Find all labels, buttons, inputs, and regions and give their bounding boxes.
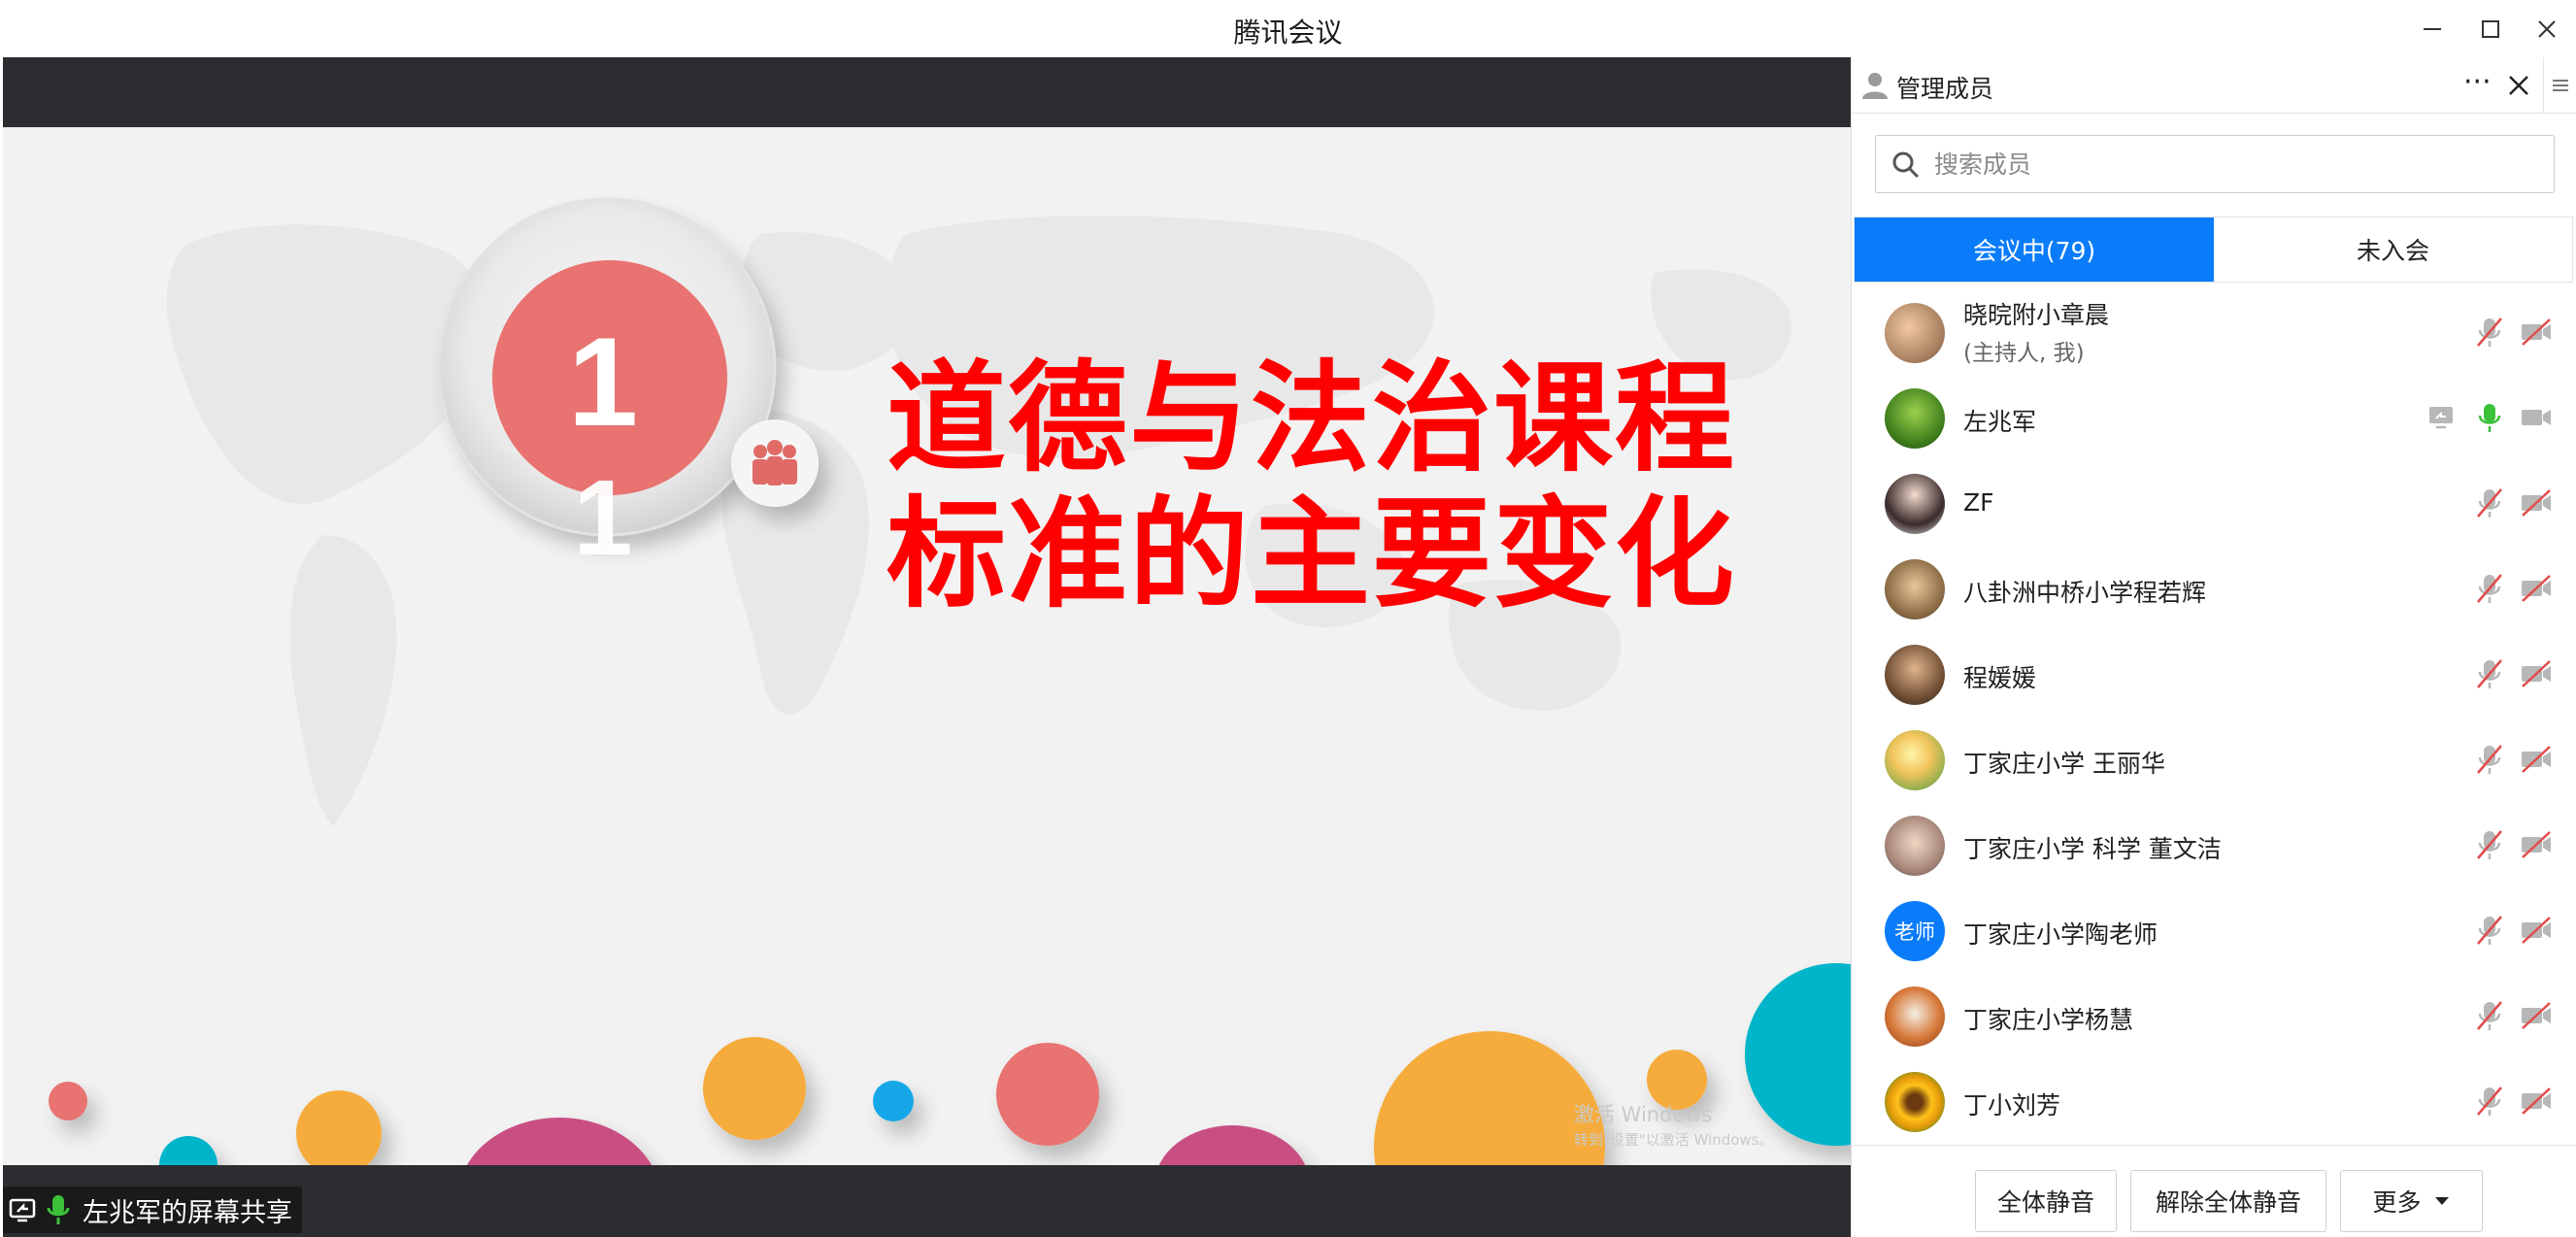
tencent-meeting-window: 腾讯会议 1 1 道德与法治课程 标准的主要变化 激活 Windows 转到"设… — [0, 0, 2576, 1237]
member-role: (主持人, 我) — [1963, 341, 2085, 366]
share-top-band — [3, 57, 1851, 127]
unmute-all-button[interactable]: 解除全体静音 — [2130, 1170, 2326, 1232]
close-icon[interactable] — [2523, 10, 2571, 49]
screen-share-icon — [2426, 401, 2459, 434]
mic-muted-icon[interactable] — [2473, 486, 2506, 519]
watermark-line1: 激活 Windows — [1574, 1103, 1713, 1126]
member-name: 丁家庄小学陶老师 — [1963, 920, 2158, 949]
screen-share-label: 左兆军的屏幕共享 — [3, 1187, 302, 1233]
camera-off-icon[interactable] — [2520, 572, 2553, 605]
mic-on-icon[interactable] — [2473, 401, 2506, 434]
caret-down-icon — [2434, 1197, 2449, 1205]
mic-muted-icon[interactable] — [2473, 914, 2506, 947]
avatar — [1885, 730, 1945, 790]
mic-muted-icon[interactable] — [2473, 743, 2506, 776]
member-row[interactable]: 丁家庄小学 科学 董文洁 — [1852, 803, 2576, 888]
screen-share-icon — [9, 1198, 36, 1222]
mic-muted-icon[interactable] — [2473, 1085, 2506, 1118]
member-name: 左兆军 — [1963, 408, 2037, 436]
member-name: 程媛媛 — [1963, 664, 2037, 692]
panel-footer: 全体静音 解除全体静音 更多 — [1852, 1145, 2576, 1237]
member-name: 晓晥附小章晨 — [1963, 301, 2110, 329]
avatar — [1885, 645, 1945, 705]
slide-number: 1 — [568, 311, 638, 452]
member-name: ZF — [1963, 488, 1994, 517]
member-row[interactable]: 晓晥附小章晨 (主持人, 我) — [1852, 290, 2576, 376]
camera-off-icon[interactable] — [2520, 1085, 2553, 1118]
screen-share-owner: 左兆军的屏幕共享 — [83, 1197, 292, 1228]
member-row[interactable]: 丁家庄小学 王丽华 — [1852, 718, 2576, 803]
more-button[interactable]: 更多 — [2340, 1170, 2483, 1232]
people-group-icon — [753, 440, 797, 485]
member-row[interactable]: ZF — [1852, 461, 2576, 547]
search-members-box[interactable] — [1875, 135, 2555, 193]
manage-members-panel: 管理成员 ··· 会议中(79) 未入会 晓晥附小章晨 (主持人, 我) 左兆军 ZF… — [1851, 57, 2576, 1237]
slide-artwork: 1 1 — [49, 197, 1851, 1165]
member-name: 丁家庄小学 王丽华 — [1963, 750, 2165, 778]
avatar — [1885, 1072, 1945, 1132]
search-members-input[interactable] — [1934, 136, 2536, 192]
member-row[interactable]: 丁小刘芳 — [1852, 1059, 2576, 1145]
more-button-label: 更多 — [2372, 1188, 2422, 1217]
watermark-line2: 转到"设置"以激活 Windows。 — [1574, 1131, 1774, 1149]
camera-off-icon[interactable] — [2520, 657, 2553, 690]
avatar — [1885, 986, 1945, 1047]
avatar — [1885, 388, 1945, 449]
panel-title: 管理成员 — [1896, 75, 1994, 103]
mic-muted-icon[interactable] — [2473, 316, 2506, 349]
activation-watermark: 激活 Windows 转到"设置"以激活 Windows。 — [1574, 1102, 1774, 1153]
panel-header: 管理成员 ··· — [1852, 57, 2576, 114]
camera-icon[interactable] — [2520, 401, 2553, 434]
avatar — [1885, 303, 1945, 363]
minimize-icon[interactable] — [2408, 10, 2457, 49]
slide-number-reflection: 1 — [573, 458, 632, 578]
member-row[interactable]: 老师 丁家庄小学陶老师 — [1852, 888, 2576, 974]
camera-off-icon[interactable] — [2520, 743, 2553, 776]
avatar — [1885, 474, 1945, 534]
collapse-menu-icon[interactable] — [2543, 57, 2576, 114]
member-row[interactable]: 丁家庄小学杨慧 — [1852, 974, 2576, 1059]
mute-all-button[interactable]: 全体静音 — [1975, 1170, 2117, 1232]
mic-muted-icon[interactable] — [2473, 657, 2506, 690]
camera-off-icon[interactable] — [2520, 316, 2553, 349]
window-title: 腾讯会议 — [1233, 17, 1343, 49]
search-icon — [1892, 151, 1920, 179]
person-icon — [1862, 73, 1888, 99]
title-bar: 腾讯会议 — [0, 0, 2576, 57]
member-row[interactable]: 左兆军 — [1852, 376, 2576, 461]
member-name: 八卦洲中桥小学程若辉 — [1963, 579, 2207, 607]
member-name: 丁家庄小学 科学 董文洁 — [1963, 835, 2222, 863]
member-tabs: 会议中(79) 未入会 — [1854, 217, 2573, 283]
mic-on-icon — [47, 1195, 70, 1224]
mic-muted-icon[interactable] — [2473, 828, 2506, 861]
maximize-icon[interactable] — [2466, 10, 2515, 49]
member-name: 丁小刘芳 — [1963, 1091, 2061, 1120]
avatar — [1885, 816, 1945, 876]
camera-off-icon[interactable] — [2520, 914, 2553, 947]
member-name: 丁家庄小学杨慧 — [1963, 1006, 2134, 1034]
avatar: 老师 — [1885, 901, 1945, 961]
camera-off-icon[interactable] — [2520, 999, 2553, 1032]
mic-muted-icon[interactable] — [2473, 572, 2506, 605]
member-row[interactable]: 八卦洲中桥小学程若辉 — [1852, 547, 2576, 632]
tab-not-joined[interactable]: 未入会 — [2214, 217, 2572, 282]
tab-in-meeting[interactable]: 会议中(79) — [1855, 217, 2214, 282]
more-options-icon[interactable]: ··· — [2463, 65, 2492, 99]
slide-headline-line2: 标准的主要变化 — [887, 485, 1736, 624]
camera-off-icon[interactable] — [2520, 486, 2553, 519]
mic-muted-icon[interactable] — [2473, 999, 2506, 1032]
avatar — [1885, 559, 1945, 619]
member-row[interactable]: 程媛媛 — [1852, 632, 2576, 718]
presentation-slide: 1 1 道德与法治课程 标准的主要变化 激活 Windows 转到"设置"以激活… — [3, 127, 1851, 1165]
camera-off-icon[interactable] — [2520, 828, 2553, 861]
close-panel-icon[interactable] — [2506, 73, 2531, 98]
screen-share-view[interactable]: 1 1 道德与法治课程 标准的主要变化 激活 Windows 转到"设置"以激活… — [3, 57, 1851, 1237]
avatar-text: 老师 — [1894, 920, 1935, 944]
